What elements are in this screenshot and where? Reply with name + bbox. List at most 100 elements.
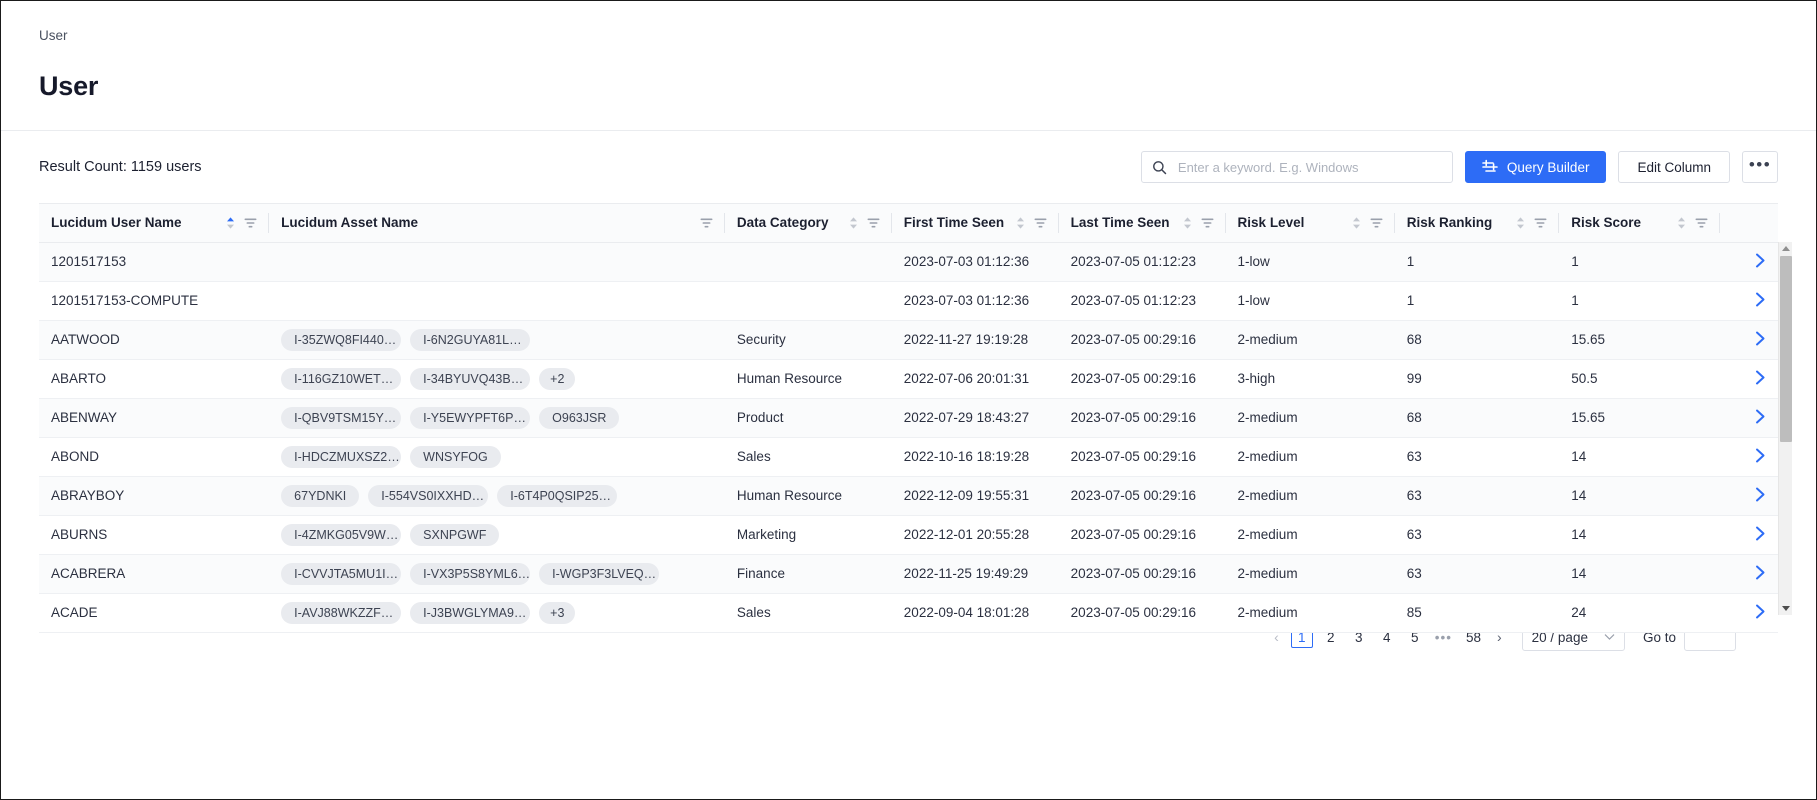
sort-icon[interactable] — [226, 216, 235, 230]
scroll-up-icon[interactable] — [1782, 246, 1790, 251]
asset-tag[interactable]: I-6T4P0QSIP25… — [497, 484, 618, 507]
filter-icon[interactable] — [1034, 217, 1047, 229]
asset-tag[interactable]: O963JSR — [539, 406, 620, 429]
cell-asset-names: I-AVJ88WKZZF… I-J3BWGLYMA9… +3 — [269, 593, 725, 633]
column-header-last-time-seen[interactable]: Last Time Seen — [1058, 204, 1226, 243]
chevron-right-icon[interactable] — [1755, 565, 1766, 584]
cell-row-action[interactable] — [1720, 281, 1778, 321]
cell-row-action[interactable] — [1720, 515, 1778, 555]
cell-first-time-seen: 2022-12-01 20:55:28 — [891, 515, 1059, 555]
asset-tag-overflow[interactable]: +3 — [539, 601, 576, 624]
filter-icon[interactable] — [867, 217, 880, 229]
column-label: Risk Level — [1237, 215, 1305, 231]
asset-tag[interactable]: I-Y5EWYPFT6P… — [410, 406, 531, 429]
table-head: Lucidum User Name Lucidum Asset Name Dat… — [39, 204, 1778, 243]
column-header-data-category[interactable]: Data Category — [724, 204, 892, 243]
asset-tag[interactable]: I-4ZMKG05V9W… — [281, 523, 402, 546]
cell-risk-level: 2-medium — [1225, 515, 1395, 555]
scrollbar-thumb[interactable] — [1780, 256, 1792, 442]
table-row[interactable]: ACABRERA I-CVVJTA5MU1I… I-VX3P5S8YML6… I-WG… — [39, 554, 1778, 594]
cell-data-category — [724, 242, 892, 282]
more-options-button[interactable]: ••• — [1742, 151, 1778, 183]
table-vertical-scrollbar[interactable] — [1778, 242, 1792, 615]
filter-icon[interactable] — [1695, 217, 1708, 229]
chevron-right-icon[interactable] — [1755, 370, 1766, 389]
column-header-lucidum-user-name[interactable]: Lucidum User Name — [39, 204, 270, 243]
cell-asset-names — [269, 242, 725, 282]
column-header-risk-score[interactable]: Risk Score — [1559, 204, 1721, 243]
cell-row-action[interactable] — [1720, 359, 1778, 399]
cell-row-action[interactable] — [1720, 398, 1778, 438]
result-count-label: Result Count: 1159 users — [39, 159, 202, 175]
asset-tag[interactable]: 67YDNKI — [281, 484, 360, 507]
cell-row-action[interactable] — [1720, 554, 1778, 594]
chevron-right-icon[interactable] — [1755, 487, 1766, 506]
asset-tag[interactable]: I-QBV9TSM15Y… — [281, 406, 402, 429]
table-row[interactable]: ACADE I-AVJ88WKZZF… I-J3BWGLYMA9… +3 Sales 20… — [39, 593, 1778, 633]
table-row[interactable]: 1201517153-COMPUTE 2023-07-03 01:12:36 202… — [39, 281, 1778, 321]
asset-tag[interactable]: I-554VS0IXXHD… — [368, 484, 489, 507]
sort-icon[interactable] — [1016, 216, 1025, 230]
sort-icon[interactable] — [1516, 216, 1525, 230]
asset-tag[interactable]: I-HDCZMUXSZ2… — [281, 445, 402, 468]
asset-tag[interactable]: I-WGP3F3LVEQ… — [539, 562, 660, 585]
cell-asset-names: I-HDCZMUXSZ2… WNSYFOG — [269, 437, 725, 477]
sort-icon[interactable] — [1183, 216, 1192, 230]
search-input[interactable] — [1175, 158, 1442, 176]
table-row[interactable]: AATWOOD I-35ZWQ8FI440… I-6N2GUYA81L… Securi… — [39, 320, 1778, 360]
query-builder-button[interactable]: Query Builder — [1464, 151, 1607, 183]
table-row[interactable]: ABRAYBOY 67YDNKI I-554VS0IXXHD… I-6T4P0QSIP… — [39, 476, 1778, 516]
asset-tag[interactable]: I-35ZWQ8FI440… — [281, 328, 402, 351]
cell-asset-names: I-4ZMKG05V9W… SXNPGWF — [269, 515, 725, 555]
cell-row-action[interactable] — [1720, 242, 1778, 282]
search-box[interactable] — [1140, 151, 1453, 183]
asset-tag[interactable]: I-AVJ88WKZZF… — [281, 601, 402, 624]
chevron-right-icon[interactable] — [1755, 253, 1766, 272]
column-header-first-time-seen[interactable]: First Time Seen — [891, 204, 1059, 243]
asset-tag[interactable]: I-34BYUVQ43B… — [410, 367, 531, 390]
cell-risk-ranking: 63 — [1394, 437, 1560, 477]
asset-tag[interactable]: WNSYFOG — [410, 445, 501, 468]
column-header-lucidum-asset-name[interactable]: Lucidum Asset Name — [269, 204, 725, 243]
table-row[interactable]: ABARTO I-116GZ10WET… I-34BYUVQ43B… +2 Human … — [39, 359, 1778, 399]
column-header-risk-ranking[interactable]: Risk Ranking — [1394, 204, 1560, 243]
page-header: User User — [1, 1, 1816, 131]
scroll-down-icon[interactable] — [1782, 606, 1790, 611]
sort-icon[interactable] — [1352, 216, 1361, 230]
asset-tag[interactable]: I-VX3P5S8YML6… — [410, 562, 531, 585]
asset-tag[interactable]: I-116GZ10WET… — [281, 367, 402, 390]
asset-tag[interactable]: I-CVVJTA5MU1I… — [281, 562, 402, 585]
table-row[interactable]: ABOND I-HDCZMUXSZ2… WNSYFOG Sales 2022-10-16… — [39, 437, 1778, 477]
filter-icon[interactable] — [1201, 217, 1214, 229]
cell-risk-ranking: 68 — [1394, 320, 1560, 360]
chevron-right-icon[interactable] — [1755, 604, 1766, 623]
sort-icon[interactable] — [849, 216, 858, 230]
chevron-right-icon[interactable] — [1755, 331, 1766, 350]
asset-tag-overflow[interactable]: +2 — [539, 367, 576, 390]
filter-icon[interactable] — [244, 217, 257, 229]
cell-row-action[interactable] — [1720, 437, 1778, 477]
asset-tag[interactable]: I-J3BWGLYMA9… — [410, 601, 531, 624]
cell-data-category: Marketing — [724, 515, 892, 555]
cell-row-action[interactable] — [1720, 320, 1778, 360]
filter-icon[interactable] — [700, 217, 713, 229]
edit-column-button[interactable]: Edit Column — [1618, 151, 1730, 183]
asset-tag[interactable]: I-6N2GUYA81L… — [410, 328, 531, 351]
filter-icon[interactable] — [1370, 217, 1383, 229]
chevron-right-icon[interactable] — [1755, 526, 1766, 545]
column-header-risk-level[interactable]: Risk Level — [1225, 204, 1395, 243]
cell-risk-ranking: 63 — [1394, 515, 1560, 555]
table-row[interactable]: ABENWAY I-QBV9TSM15Y… I-Y5EWYPFT6P… O963JSR… — [39, 398, 1778, 438]
chevron-right-icon[interactable] — [1755, 448, 1766, 467]
filter-icon[interactable] — [1534, 217, 1547, 229]
cell-row-action[interactable] — [1720, 476, 1778, 516]
breadcrumb[interactable]: User — [39, 27, 1778, 45]
chevron-right-icon[interactable] — [1755, 292, 1766, 311]
table-row[interactable]: 1201517153 2023-07-03 01:12:36 2023-07-05 … — [39, 242, 1778, 282]
cell-row-action[interactable] — [1720, 593, 1778, 633]
asset-tag[interactable]: SXNPGWF — [410, 523, 500, 546]
table-row[interactable]: ABURNS I-4ZMKG05V9W… SXNPGWF Marketing 2022-… — [39, 515, 1778, 555]
sort-icon[interactable] — [1677, 216, 1686, 230]
cell-asset-names: 67YDNKI I-554VS0IXXHD… I-6T4P0QSIP25… — [269, 476, 725, 516]
chevron-right-icon[interactable] — [1755, 409, 1766, 428]
